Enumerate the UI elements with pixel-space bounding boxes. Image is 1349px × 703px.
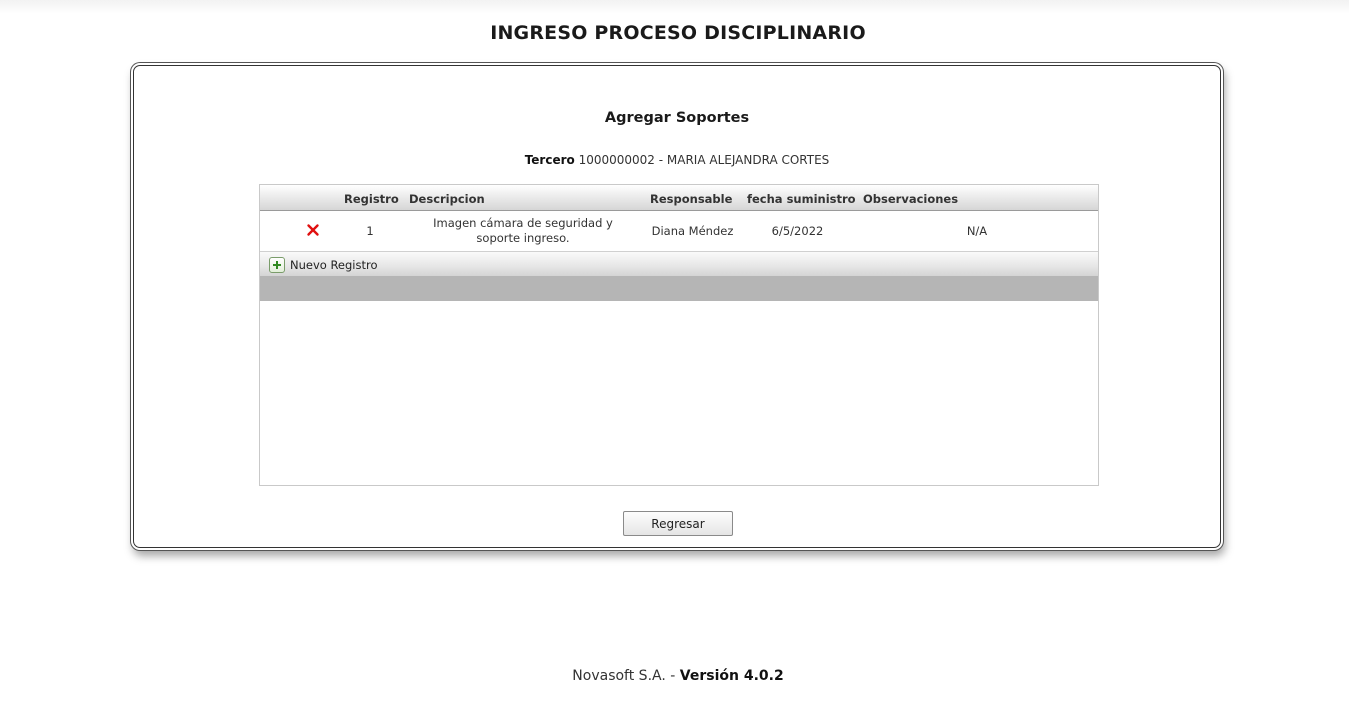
- grid-header: Registro Descripcion Responsable fecha s…: [260, 185, 1098, 211]
- table-row: 1 Imagen cámara de seguridad y soporte i…: [260, 211, 1098, 252]
- tercero-info: Tercero 1000000002 - MARIA ALEJANDRA COR…: [134, 153, 1220, 167]
- close-icon[interactable]: [306, 222, 320, 236]
- tercero-value: 1000000002 - MARIA ALEJANDRA CORTES: [578, 153, 830, 167]
- column-header-registro[interactable]: Registro: [344, 192, 399, 206]
- footer: Novasoft S.A. - Versión 4.0.2: [0, 668, 1349, 684]
- column-header-fecha[interactable]: fecha suministro: [747, 192, 856, 206]
- cell-registro: 1: [366, 224, 374, 238]
- cell-observaciones: N/A: [966, 224, 988, 238]
- tercero-label: Tercero: [524, 153, 575, 167]
- grid-toolbar: Nuevo Registro: [260, 252, 1098, 276]
- supports-grid: Registro Descripcion Responsable fecha s…: [259, 184, 1099, 486]
- add-record-label: Nuevo Registro: [290, 258, 378, 272]
- footer-company: Novasoft S.A. -: [572, 668, 676, 684]
- column-header-descripcion[interactable]: Descripcion: [409, 192, 485, 206]
- column-header-responsable[interactable]: Responsable: [650, 192, 732, 206]
- panel-title: Agregar Soportes: [604, 110, 750, 126]
- page-title: INGRESO PROCESO DISCIPLINARIO: [490, 22, 866, 44]
- cell-descripcion: Imagen cámara de seguridad y soporte ing…: [433, 216, 613, 245]
- top-bar: [0, 0, 1349, 14]
- cell-responsable: Diana Méndez: [651, 224, 734, 238]
- footer-version: Versión 4.0.2: [679, 668, 784, 684]
- back-button[interactable]: Regresar: [623, 511, 733, 536]
- grid-footer-bar: [260, 276, 1098, 301]
- column-header-observaciones[interactable]: Observaciones: [863, 192, 958, 206]
- supports-panel: Agregar Soportes Tercero 1000000002 - MA…: [133, 65, 1221, 548]
- plus-icon: [269, 257, 285, 273]
- add-record-button[interactable]: Nuevo Registro: [269, 256, 378, 274]
- cell-fecha: 6/5/2022: [771, 224, 824, 238]
